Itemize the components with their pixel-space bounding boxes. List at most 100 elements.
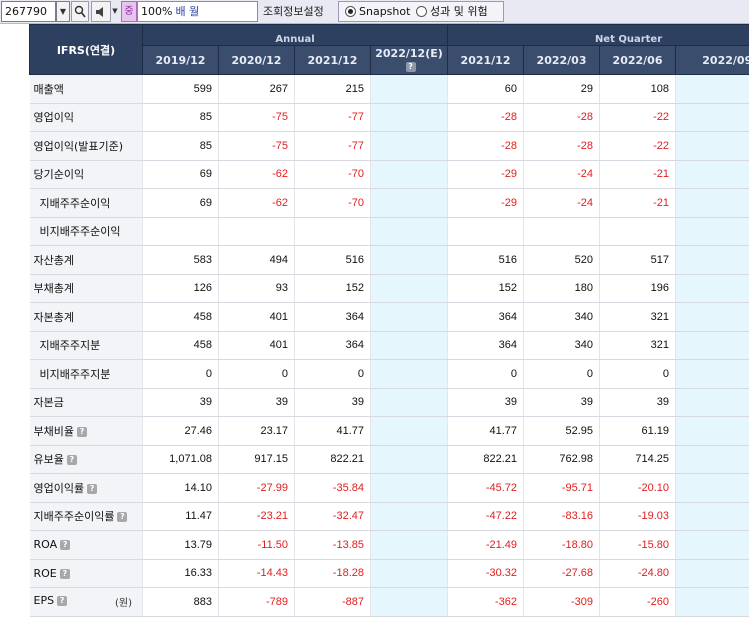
table-cell: -70: [294, 188, 371, 218]
table-cell: [218, 217, 295, 246]
table-cell: [599, 217, 677, 246]
table-row: 자본금 39 39 39 39 39 39: [29, 388, 749, 417]
table-cell: 85: [142, 103, 219, 132]
row-label: 영업이익(발표기준): [29, 131, 143, 161]
row-label-text: 자본금: [33, 396, 64, 410]
table-cell: [447, 217, 525, 246]
zoom-icon[interactable]: 중: [121, 1, 137, 22]
left-margin: [0, 24, 29, 623]
table-cell: -21: [599, 188, 677, 218]
table-cell: [370, 530, 449, 560]
row-label: 자본총계: [29, 302, 143, 332]
table-cell: -77: [294, 131, 371, 161]
table-cell: 93: [218, 274, 295, 303]
table-cell: 1,071.08: [142, 445, 219, 474]
row-label: 비지배주주지분: [29, 359, 143, 389]
performance-risk-radio[interactable]: [416, 6, 427, 17]
table-cell: -18.28: [294, 559, 371, 588]
row-label-text: 지배주주지분: [39, 339, 101, 353]
info-icon[interactable]: ?: [57, 596, 68, 607]
info-icon[interactable]: ?: [405, 62, 416, 72]
table-cell: 39: [142, 388, 219, 417]
financial-highlight-table: IFRS(연결) Annual Net Quarter 2019/12 2020/…: [29, 24, 749, 617]
table-cell: 458: [142, 302, 219, 332]
table-cell: -28: [447, 131, 525, 161]
table-cell: 61.19: [599, 416, 677, 446]
table-row: 비지배주주순이익: [29, 217, 749, 246]
table-cell: [370, 587, 449, 617]
table-cell: [370, 131, 449, 161]
row-label: 당기순이익: [29, 160, 143, 189]
row-label: 매출액: [29, 74, 143, 104]
snapshot-radio[interactable]: [345, 6, 356, 17]
table-cell: -28: [523, 103, 601, 132]
row-label: 영업이익률?: [29, 473, 143, 503]
table-cell: -23.21: [218, 502, 295, 531]
table-row: 지배주주지분 458 401 364 364 340 321: [29, 331, 749, 360]
table-cell: 108: [599, 74, 677, 104]
performance-risk-label[interactable]: 성과 및 위험: [430, 2, 488, 21]
info-icon[interactable]: ?: [66, 455, 77, 466]
table-cell: -887: [294, 587, 371, 617]
table-cell: 39: [447, 388, 525, 417]
table-cell: [370, 245, 449, 275]
table-cell: 321: [599, 331, 677, 360]
stock-code-dropdown-icon[interactable]: ▼: [56, 1, 70, 22]
table-cell: 714.25: [599, 445, 677, 474]
table-cell: [675, 473, 749, 503]
table-cell: 340: [523, 302, 601, 332]
period-header: 2021/12: [294, 45, 371, 75]
speaker-dropdown-icon[interactable]: ▼: [111, 1, 119, 22]
info-icon[interactable]: ?: [87, 483, 98, 494]
info-icon[interactable]: ?: [76, 426, 87, 437]
table-cell: -47.22: [447, 502, 525, 531]
table-cell: -95.71: [523, 473, 601, 503]
stock-code-input[interactable]: 267790: [1, 1, 56, 22]
table-cell: 69: [142, 188, 219, 218]
table-cell: 458: [142, 331, 219, 360]
table-cell: -75: [218, 131, 295, 161]
period-header: 2020/12: [218, 45, 295, 75]
table-cell: 41.77: [447, 416, 525, 446]
annual-label: Annual: [275, 34, 315, 45]
speaker-button[interactable]: [91, 1, 111, 22]
speaker-icon: [96, 7, 103, 17]
view-setting-button[interactable]: 조회정보설정: [263, 1, 335, 22]
table-cell: [370, 103, 449, 132]
info-icon[interactable]: ?: [60, 540, 71, 551]
table-cell: 520: [523, 245, 601, 275]
table-cell: -70: [294, 160, 371, 189]
zoom-label: 배 월: [175, 5, 200, 18]
zoom-field[interactable]: 100% 배 월: [137, 1, 258, 22]
table-cell: 152: [294, 274, 371, 303]
table-cell: 401: [218, 302, 295, 332]
row-label-text: ROA: [33, 538, 58, 552]
table-cell: [523, 217, 601, 246]
table-cell: 599: [142, 74, 219, 104]
row-label: ROA?: [29, 530, 143, 560]
table-cell: -35.84: [294, 473, 371, 503]
period-label: 2022/06: [612, 53, 663, 67]
annual-group-header: Annual: [141, 24, 449, 46]
snapshot-label[interactable]: Snapshot: [359, 2, 410, 21]
table-cell: 494: [218, 245, 295, 275]
table-cell: 39: [294, 388, 371, 417]
table-cell: [675, 160, 749, 189]
period-header: 2022/12(E)?: [369, 45, 449, 75]
table-cell: 517: [599, 245, 677, 275]
row-label-text: 영업이익: [33, 111, 74, 125]
info-icon[interactable]: ?: [117, 512, 128, 523]
table-cell: -20.10: [599, 473, 677, 503]
info-icon[interactable]: ?: [59, 568, 70, 579]
row-label-text: 부채비율: [33, 424, 74, 438]
table-cell: 321: [599, 302, 677, 332]
table-cell: -789: [218, 587, 295, 617]
table-cell: [675, 445, 749, 474]
period-label: 2021/12: [460, 53, 511, 67]
table-cell: -32.47: [294, 502, 371, 531]
table-row: EPS? (원) 883 -789 -887 -362 -309 -260: [29, 587, 749, 617]
table-cell: 364: [447, 302, 525, 332]
search-button[interactable]: [71, 1, 89, 22]
table-row: ROE? 16.33 -14.43 -18.28 -30.32 -27.68 -24.80: [29, 559, 749, 588]
table-cell: 267: [218, 74, 295, 104]
